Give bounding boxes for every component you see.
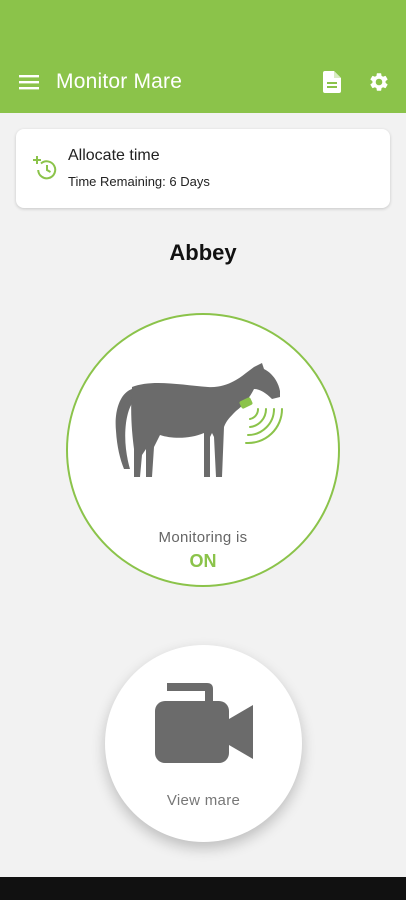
system-navigation-bar xyxy=(0,877,406,900)
app-title: Monitor Mare xyxy=(56,70,183,93)
allocate-time-label: Allocate time xyxy=(68,147,160,164)
horse-with-signal-icon xyxy=(115,363,284,477)
monitoring-status-label: Monitoring is xyxy=(158,529,248,546)
monitoring-toggle[interactable]: Monitoring is ON xyxy=(66,313,340,587)
reports-button[interactable] xyxy=(320,69,344,95)
mare-name-heading: Abbey xyxy=(169,240,237,265)
app-bar: Monitor Mare xyxy=(0,0,406,113)
hamburger-menu-icon xyxy=(19,75,39,90)
menu-button[interactable] xyxy=(17,70,41,94)
view-mare-button[interactable]: View mare xyxy=(105,645,302,842)
time-remaining-text: Time Remaining: 6 Days xyxy=(68,174,210,189)
gear-icon xyxy=(370,73,388,91)
allocate-time-card[interactable]: Allocate time Time Remaining: 6 Days xyxy=(16,129,390,208)
view-mare-label: View mare xyxy=(166,792,241,809)
settings-button[interactable] xyxy=(367,70,391,94)
add-time-clock-icon xyxy=(33,156,57,180)
video-camera-icon xyxy=(155,683,253,763)
monitoring-status-value: ON xyxy=(189,551,217,571)
document-icon xyxy=(323,71,341,93)
